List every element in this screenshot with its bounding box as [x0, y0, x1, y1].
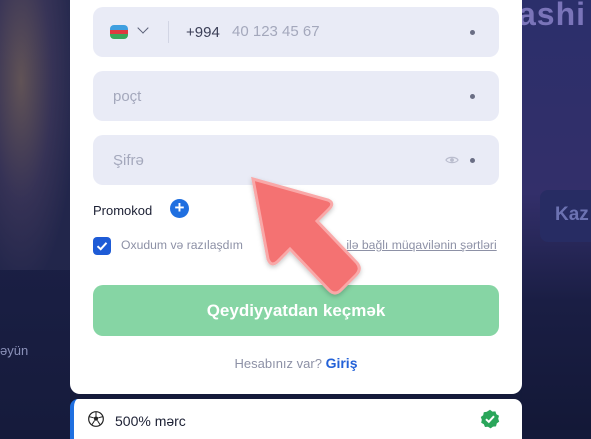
- promocode-label: Promokod: [93, 203, 153, 218]
- eye-icon[interactable]: [445, 153, 459, 167]
- terms-text: Oxudum və razılaşdım ilə bağlı müqavilən…: [121, 237, 511, 253]
- have-account-text: Hesabınız var?: [234, 356, 322, 371]
- phone-field[interactable]: +994: [93, 7, 499, 57]
- required-indicator-dot: [470, 94, 475, 99]
- field-divider: [168, 21, 169, 43]
- dial-code: +994: [186, 24, 220, 41]
- required-indicator-dot: [470, 158, 475, 163]
- register-button[interactable]: Qeydiyyatdan keçmək: [93, 285, 499, 336]
- password-field[interactable]: [93, 135, 499, 185]
- terms-checkbox[interactable]: [93, 237, 111, 255]
- terms-link[interactable]: ilə bağlı müqavilənin şərtləri: [346, 238, 496, 252]
- email-field[interactable]: [93, 71, 499, 121]
- phone-input[interactable]: [230, 22, 434, 41]
- background-banner-image: [0, 0, 70, 270]
- have-account-row: Hesabınız var? Giriş: [70, 355, 522, 371]
- registration-modal: +994 Promokod + Oxudum və razılaşdım ilə…: [70, 0, 522, 394]
- plus-icon[interactable]: +: [170, 199, 189, 218]
- login-link[interactable]: Giriş: [326, 355, 358, 371]
- password-input[interactable]: [111, 151, 415, 170]
- azerbaijan-flag-icon[interactable]: [110, 25, 128, 39]
- background-left-panel: [0, 0, 70, 430]
- chevron-down-icon[interactable]: [137, 22, 149, 34]
- background-banner-word: ashi: [518, 0, 587, 32]
- required-indicator-dot: [470, 30, 475, 35]
- email-input[interactable]: [111, 87, 445, 106]
- bonus-option-card[interactable]: 500% mərc: [70, 399, 522, 439]
- terms-prefix: Oxudum və razılaşdım: [121, 238, 247, 252]
- bonus-label: 500% mərc: [115, 413, 186, 429]
- verified-check-icon: [480, 409, 500, 429]
- checkmark-icon: [96, 242, 108, 251]
- background-nav-text: əyün: [0, 343, 29, 358]
- background-button: Kaz: [540, 190, 591, 242]
- soccer-ball-icon: [88, 411, 104, 427]
